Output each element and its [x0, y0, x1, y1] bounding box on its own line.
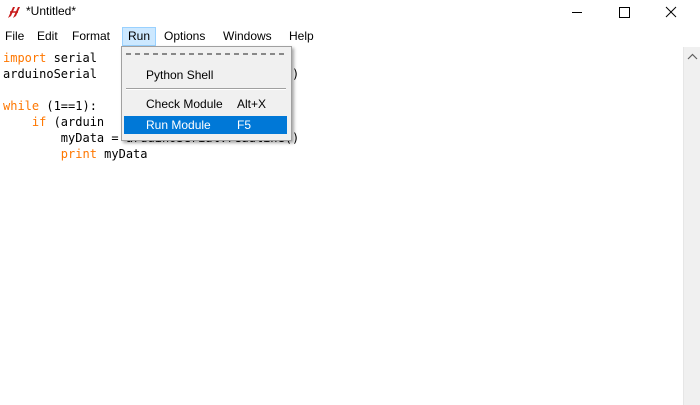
menu-item-python-shell[interactable]: Python Shell	[124, 66, 287, 84]
menu-bar: File Edit Format Run Options Windows Hel…	[0, 25, 700, 47]
minimize-button[interactable]	[554, 0, 600, 25]
menu-item-accelerator: F5	[237, 118, 252, 132]
code-keyword: while	[3, 99, 40, 113]
menu-item-label: Check Module	[146, 97, 223, 111]
code-editor[interactable]: import serialarduinoSerial 17',9600)whil…	[0, 47, 683, 405]
minimize-icon	[572, 12, 582, 13]
menu-options[interactable]: Options	[159, 28, 210, 45]
code-keyword: print	[60, 147, 97, 161]
menu-item-check-module[interactable]: Check Module Alt+X	[124, 95, 287, 113]
scroll-up-arrow-icon[interactable]	[687, 53, 698, 61]
code-text: (1==1):	[39, 99, 97, 113]
menu-item-label: Python Shell	[146, 68, 214, 82]
menu-separator	[126, 88, 286, 90]
menu-edit[interactable]: Edit	[32, 28, 63, 45]
menu-item-run-module[interactable]: Run Module F5	[124, 116, 287, 134]
maximize-button[interactable]	[601, 0, 647, 25]
tk-feather-icon	[8, 7, 20, 18]
close-icon	[665, 6, 677, 18]
close-button[interactable]	[648, 0, 694, 25]
menu-format[interactable]: Format	[67, 28, 115, 45]
maximize-icon	[619, 7, 630, 18]
code-keyword: import	[3, 51, 47, 65]
run-menu-dropdown: Python Shell Check Module Alt+X Run Modu…	[121, 46, 292, 141]
code-text: myData	[96, 147, 148, 161]
tear-off-line[interactable]	[126, 53, 286, 55]
window-title: *Untitled*	[26, 4, 77, 18]
menu-help[interactable]: Help	[284, 28, 319, 45]
menu-item-label: Run Module	[146, 118, 211, 132]
code-line: while (1==1):	[3, 98, 97, 114]
vertical-scrollbar[interactable]	[683, 47, 700, 405]
code-text: arduinoSerial	[3, 67, 97, 81]
menu-item-accelerator: Alt+X	[237, 97, 267, 111]
menu-file[interactable]: File	[0, 28, 29, 45]
menu-windows[interactable]: Windows	[218, 28, 277, 45]
code-text: serial	[46, 51, 97, 65]
menu-run[interactable]: Run	[121, 27, 157, 46]
code-line: import serial	[3, 50, 97, 66]
code-text: (arduin	[46, 115, 105, 129]
title-bar: *Untitled*	[0, 0, 700, 25]
code-line: print myData	[3, 146, 148, 162]
code-keyword: if	[31, 115, 47, 129]
